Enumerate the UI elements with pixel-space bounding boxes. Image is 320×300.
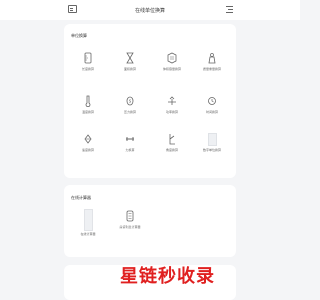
tile-label: 房贷利息计算器: [119, 225, 141, 229]
menu-icon[interactable]: [226, 6, 233, 13]
tile-label: 力换算: [125, 148, 135, 152]
force-icon: [124, 132, 136, 146]
angle-icon: [166, 132, 178, 146]
tile-loan-calculator[interactable]: 房贷利息计算器: [112, 209, 148, 239]
section-title: 在线计算器: [71, 195, 91, 200]
watermark-logo: 星链秒收录: [120, 266, 215, 287]
power-icon: [166, 94, 178, 108]
notebook-icon[interactable]: [68, 5, 77, 13]
number-icon: [206, 132, 218, 146]
tile-label: 速度换算: [81, 148, 94, 152]
tile-time[interactable]: 时间换算: [194, 94, 230, 124]
tile-volume[interactable]: 体积容量换算: [154, 51, 190, 81]
weight-icon: [206, 51, 218, 65]
tile-power[interactable]: 功率换算: [154, 94, 190, 124]
tile-calculator[interactable]: 在线计算器: [70, 209, 106, 249]
thermometer-icon: [82, 94, 94, 108]
top-bar: 在线单位换算: [0, 0, 300, 20]
tile-angle[interactable]: 角度换算: [154, 132, 190, 162]
unit-conversion-card: 单位换算 长度换算 面积换算 体积容量换算 质量重量换算 温度换算 $ 压力换算…: [64, 24, 236, 178]
tile-area[interactable]: 面积换算: [112, 51, 148, 81]
ruler-icon: [82, 51, 94, 65]
tile-label: 在线计算器: [80, 232, 96, 236]
tile-label: 体积容量换算: [162, 67, 181, 71]
tile-length[interactable]: 长度换算: [70, 51, 106, 81]
calculator-icon: [82, 209, 94, 231]
tile-force[interactable]: 力换算: [112, 132, 148, 162]
tile-label: 数字单位换算: [202, 148, 221, 152]
loan-icon: [124, 209, 136, 223]
tile-pressure[interactable]: $ 压力换算: [112, 94, 148, 124]
page-title: 在线单位换算: [134, 7, 165, 14]
tile-label: 长度换算: [81, 67, 94, 71]
tile-label: 功率换算: [165, 110, 178, 114]
tile-speed[interactable]: 速度换算: [70, 132, 106, 162]
cube-icon: [166, 51, 178, 65]
clock-icon: [206, 94, 218, 108]
tile-weight[interactable]: 质量重量换算: [194, 51, 230, 81]
tile-label: 面积换算: [123, 67, 136, 71]
tile-number-unit[interactable]: 数字单位换算: [194, 132, 230, 162]
svg-text:$: $: [129, 99, 132, 104]
tile-label: 压力换算: [123, 110, 136, 114]
calculator-card: 在线计算器 在线计算器 房贷利息计算器: [64, 185, 236, 257]
tile-label: 温度换算: [81, 110, 94, 114]
section-title: 单位换算: [71, 33, 87, 38]
tile-label: 角度换算: [165, 148, 178, 152]
tile-label: 时间换算: [205, 110, 218, 114]
tile-temperature[interactable]: 温度换算: [70, 94, 106, 124]
speed-icon: [82, 132, 94, 146]
pressure-icon: $: [124, 94, 136, 108]
tile-label: 质量重量换算: [202, 67, 221, 71]
area-icon: [124, 51, 136, 65]
